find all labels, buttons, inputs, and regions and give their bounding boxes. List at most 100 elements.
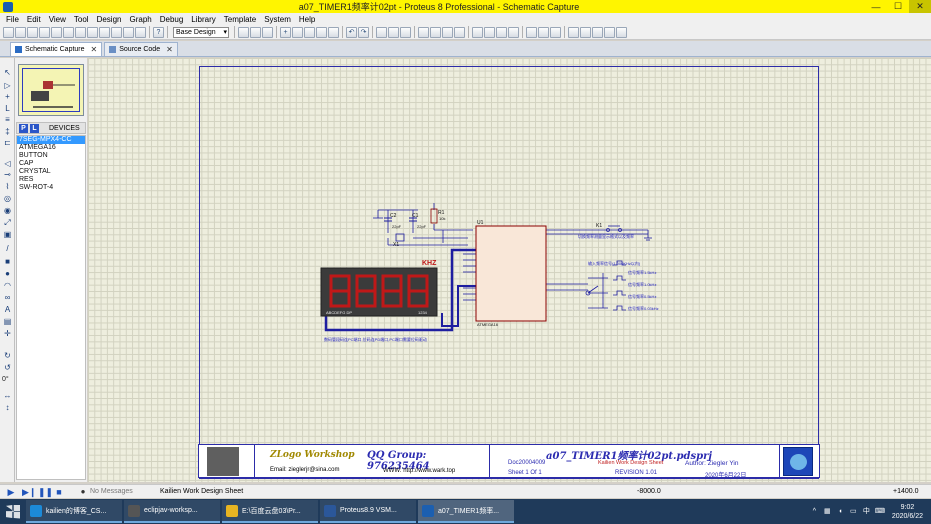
list-item[interactable]: RES <box>17 176 85 184</box>
component-mode-icon[interactable]: ▷ <box>2 81 13 91</box>
help-icon[interactable]: ? <box>153 26 164 38</box>
pcb-icon[interactable] <box>87 26 98 38</box>
new-sheet-icon[interactable] <box>580 26 591 38</box>
pause-icon[interactable]: ❚❚ <box>38 487 53 497</box>
taskbar-item-explorer[interactable]: E:\百度云盘03\Pr... <box>222 500 318 523</box>
zoom-area-icon[interactable] <box>328 26 339 38</box>
grid-icon[interactable] <box>250 26 261 38</box>
library-manager-button[interactable]: L <box>30 123 39 133</box>
chevron-up-icon[interactable]: ^ <box>810 507 819 516</box>
source-code-icon[interactable] <box>135 26 146 38</box>
ime-indicator[interactable]: 中 <box>862 507 871 516</box>
start-button[interactable] <box>0 499 26 524</box>
menu-system[interactable]: System <box>260 15 295 24</box>
line-2d-icon[interactable]: / <box>2 244 13 254</box>
list-item[interactable]: CAP <box>17 160 85 168</box>
label-u1[interactable]: U1 <box>477 220 483 226</box>
junction-dot-icon[interactable]: + <box>2 92 13 102</box>
remove-sheet-icon[interactable] <box>592 26 603 38</box>
play-icon[interactable]: ▶ <box>6 487 16 497</box>
taskbar-item-browser[interactable]: kailien的博客_CS... <box>26 500 122 523</box>
pick-device-icon[interactable] <box>472 26 483 38</box>
message-count[interactable]: No Messages <box>90 488 133 495</box>
battery-icon[interactable]: ▭ <box>849 507 858 516</box>
selection-mode-icon[interactable]: ↖ <box>2 68 13 78</box>
device-pins-icon[interactable]: ⊸ <box>2 170 13 180</box>
paste-icon[interactable] <box>400 26 411 38</box>
generator-icon[interactable]: ◉ <box>2 206 13 216</box>
menu-design[interactable]: Design <box>93 15 126 24</box>
minimize-button[interactable]: — <box>865 0 887 13</box>
block-delete-icon[interactable] <box>454 26 465 38</box>
decompose-icon[interactable] <box>508 26 519 38</box>
menu-edit[interactable]: Edit <box>23 15 45 24</box>
taskbar-item-eclipse[interactable]: eclipjav-worksp... <box>124 500 220 523</box>
package-tool-icon[interactable] <box>496 26 507 38</box>
label-c2[interactable]: C2 <box>390 213 396 219</box>
bom-icon[interactable] <box>123 26 134 38</box>
zoom-out-icon[interactable] <box>304 26 315 38</box>
list-item[interactable]: CRYSTAL <box>17 168 85 176</box>
menu-help[interactable]: Help <box>295 15 319 24</box>
step-icon[interactable]: ▶❙ <box>22 487 36 497</box>
box-2d-icon[interactable]: ■ <box>2 257 13 267</box>
cut-icon[interactable] <box>376 26 387 38</box>
refresh-icon[interactable] <box>238 26 249 38</box>
terminals-icon[interactable]: ◁ <box>2 159 13 169</box>
rotation-angle-field[interactable]: 0° <box>2 376 9 383</box>
copy-icon[interactable] <box>388 26 399 38</box>
mirror-horizontal-icon[interactable]: ↔ <box>2 391 13 401</box>
close-tab-icon[interactable]: ✕ <box>166 45 173 54</box>
graph-mode-icon[interactable]: ⌇ <box>2 182 13 192</box>
overview-window[interactable] <box>18 64 84 116</box>
clock[interactable]: 9:02 2020/6/22 <box>892 503 923 521</box>
3d-view-icon[interactable] <box>99 26 110 38</box>
voltage-probe-icon[interactable]: ⤢ <box>2 218 13 228</box>
open-folder-icon[interactable] <box>15 26 26 38</box>
marker-2d-icon[interactable]: ✛ <box>2 329 13 339</box>
rotate-clockwise-icon[interactable]: ↻ <box>2 351 13 361</box>
taskbar-item-proteus[interactable]: a07_TIMER1频率... <box>418 500 514 523</box>
block-move-icon[interactable] <box>430 26 441 38</box>
menu-view[interactable]: View <box>45 15 70 24</box>
list-item[interactable]: ATMEGA16 <box>17 144 85 152</box>
import-icon[interactable] <box>39 26 50 38</box>
make-device-icon[interactable] <box>484 26 495 38</box>
menu-template[interactable]: Template <box>220 15 260 24</box>
wire-label-icon[interactable]: L <box>2 104 13 114</box>
close-button[interactable]: ✕ <box>909 0 931 13</box>
close-project-icon[interactable] <box>51 26 62 38</box>
schematic-editing-window[interactable]: C2 22pF C1 22pF X1 R1 10k U1 ATMEGA16 K1… <box>88 58 931 482</box>
menu-debug[interactable]: Debug <box>156 15 188 24</box>
mirror-vertical-icon[interactable]: ↕ <box>2 403 13 413</box>
gerber-icon[interactable] <box>111 26 122 38</box>
label-c1[interactable]: C1 <box>412 213 418 219</box>
text-2d-icon[interactable]: A <box>2 305 13 315</box>
volume-icon[interactable]: ◖ <box>836 507 845 516</box>
list-item[interactable]: BUTTON <box>17 152 85 160</box>
list-item[interactable]: SW-ROT-4 <box>17 184 85 192</box>
block-rotate-icon[interactable] <box>442 26 453 38</box>
pan-icon[interactable]: + <box>280 26 291 38</box>
undo-icon[interactable]: ↶ <box>346 26 357 38</box>
origin-icon[interactable] <box>262 26 273 38</box>
label-k1[interactable]: K1 <box>596 223 602 229</box>
stop-icon[interactable]: ■ <box>54 487 64 497</box>
new-file-icon[interactable] <box>3 26 14 38</box>
zoom-all-icon[interactable] <box>316 26 327 38</box>
tab-source-code[interactable]: Source Code ✕ <box>104 42 178 56</box>
tab-schematic-capture[interactable]: Schematic Capture ✕ <box>10 42 103 56</box>
wire-autorouter-icon[interactable] <box>526 26 537 38</box>
arc-2d-icon[interactable]: ◠ <box>2 281 13 291</box>
subcircuit-icon[interactable]: ⊏ <box>2 138 13 148</box>
close-tab-icon[interactable]: ✕ <box>91 45 98 54</box>
save-icon[interactable] <box>27 26 38 38</box>
keyboard-icon[interactable]: ⌨ <box>875 507 885 516</box>
pick-devices-button[interactable]: P <box>19 123 28 133</box>
exit-to-parent-icon[interactable] <box>604 26 615 38</box>
design-explorer-icon[interactable] <box>568 26 579 38</box>
network-icon[interactable]: ▦ <box>823 507 832 516</box>
design-variant-select[interactable]: Base Design <box>173 26 229 38</box>
menu-tool[interactable]: Tool <box>70 15 93 24</box>
text-script-icon[interactable]: ≡ <box>2 115 13 125</box>
